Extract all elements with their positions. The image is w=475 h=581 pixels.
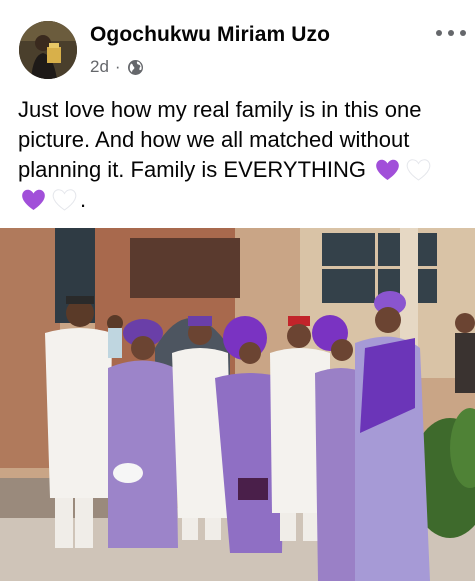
globe-icon[interactable] <box>127 59 144 76</box>
post-text: Just love how my real family is in this … <box>18 95 468 215</box>
more-options-icon[interactable] <box>436 24 466 42</box>
white-heart-icon <box>51 187 78 212</box>
meta-separator: · <box>114 57 121 76</box>
post-meta: 2d · <box>90 57 144 77</box>
post-text-body: Just love how my real family is in this … <box>18 97 422 182</box>
post-header: Ogochukwu Miriam Uzo 2d · <box>0 0 475 90</box>
author-name[interactable]: Ogochukwu Miriam Uzo <box>90 23 330 47</box>
purple-heart-icon <box>374 157 401 182</box>
post-text-trailing: . <box>80 187 87 212</box>
family-photo[interactable] <box>0 228 475 581</box>
avatar[interactable] <box>19 21 77 79</box>
post-time[interactable]: 2d <box>90 57 109 77</box>
purple-heart-icon <box>20 187 47 212</box>
white-heart-icon <box>405 157 432 182</box>
